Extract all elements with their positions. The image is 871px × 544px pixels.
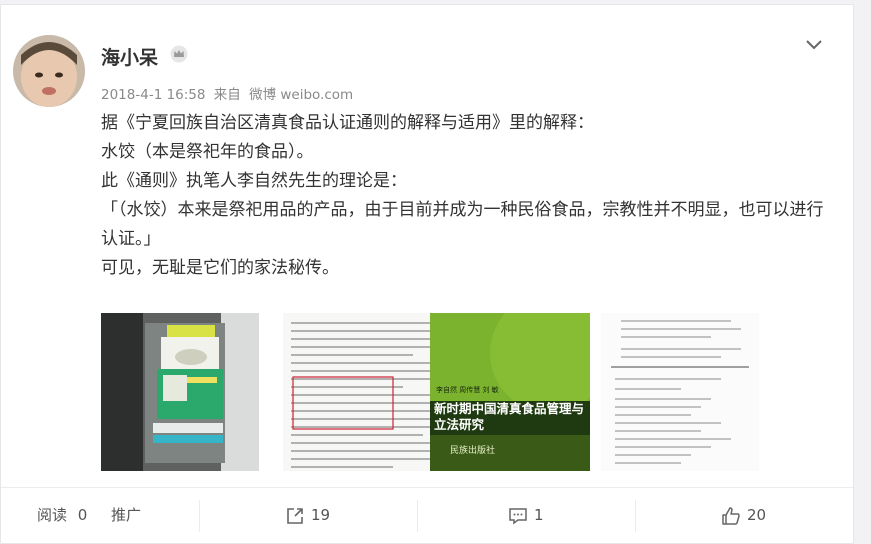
post-line: 可见，无耻是它们的家法秘传。 bbox=[101, 258, 339, 278]
post-line: 此《通则》执笔人李自然先生的理论是： bbox=[101, 171, 407, 191]
divider bbox=[199, 500, 200, 532]
source-link[interactable]: 微博 weibo.com bbox=[249, 87, 353, 103]
image-thumbnail-4[interactable] bbox=[601, 313, 759, 471]
repost-icon bbox=[287, 507, 303, 524]
avatar[interactable] bbox=[13, 35, 85, 107]
crown-icon bbox=[170, 45, 188, 63]
read-label: 阅读 bbox=[37, 506, 68, 524]
dumpling-package-photo bbox=[101, 313, 259, 471]
image-thumbnail-1[interactable] bbox=[101, 313, 259, 471]
like-icon bbox=[722, 506, 740, 525]
read-count-value: 0 bbox=[77, 506, 88, 524]
divider bbox=[417, 500, 418, 532]
comment-icon bbox=[509, 507, 527, 524]
weibo-post-card: 海小呆 2018-4-1 16:58 来自 微博 weibo.com 据《宁夏回… bbox=[0, 4, 854, 544]
like-button[interactable]: 20 bbox=[721, 488, 766, 544]
copyright-page-scan bbox=[601, 313, 759, 471]
promote-label: 推广 bbox=[111, 506, 142, 524]
post-line: 据《宁夏回族自治区清真食品认证通则的解释与适用》里的解释： bbox=[101, 113, 594, 133]
chevron-down-icon[interactable] bbox=[803, 35, 825, 53]
scanned-page bbox=[283, 313, 441, 471]
repost-count: 19 bbox=[311, 506, 331, 524]
post-meta: 2018-4-1 16:58 来自 微博 weibo.com bbox=[101, 83, 357, 103]
post-line: 「（水饺）本来是祭祀用品的产品，由于目前并成为一种民俗食品，宗教性并不明显，也可… bbox=[101, 200, 824, 249]
comment-button[interactable]: 1 bbox=[508, 488, 544, 544]
repost-button[interactable]: 19 bbox=[285, 488, 330, 544]
action-bar: 阅读 0 推广 19 1 20 bbox=[1, 487, 853, 544]
like-count: 20 bbox=[747, 506, 767, 524]
image-thumbnail-2[interactable] bbox=[283, 313, 441, 471]
book-authors: 李自然 周传慧 刘 敏 bbox=[436, 386, 499, 394]
via-label: 来自 bbox=[213, 87, 241, 103]
avatar-image bbox=[13, 35, 85, 107]
timestamp[interactable]: 2018-4-1 16:58 bbox=[101, 87, 205, 103]
post-line: 水饺（本是祭祀年的食品）。 bbox=[101, 142, 314, 162]
divider bbox=[635, 500, 636, 532]
read-count: 阅读 0 bbox=[37, 488, 87, 544]
promote-button[interactable]: 推广 bbox=[111, 488, 141, 544]
book-publisher: 民族出版社 bbox=[450, 446, 496, 456]
book-title: 新时期中国清真食品管理与立法研究 bbox=[434, 401, 585, 432]
author-name[interactable]: 海小呆 bbox=[101, 43, 158, 70]
post-text: 据《宁夏回族自治区清真食品认证通则的解释与适用》里的解释： 水饺（本是祭祀年的食… bbox=[101, 109, 831, 283]
comment-count: 1 bbox=[534, 506, 544, 524]
image-thumbnail-3[interactable]: 李自然 周传慧 刘 敏 新时期中国清真食品管理与立法研究 民族出版社 bbox=[430, 313, 590, 471]
